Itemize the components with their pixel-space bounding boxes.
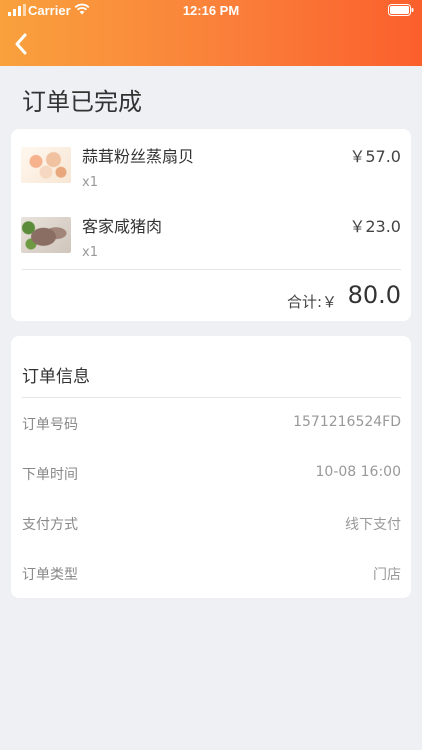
- status-time: 12:16 PM: [182, 3, 240, 18]
- item-price: ￥23.0: [349, 217, 401, 236]
- page-title: 订单已完成: [22, 88, 142, 116]
- divider: [22, 397, 401, 398]
- info-row-order-time: 下单时间 10-08 16:00: [11, 464, 411, 486]
- order-item[interactable]: 客家咸猪肉 x1 ￥23.0: [11, 209, 411, 269]
- item-name: 客家咸猪肉: [82, 217, 163, 236]
- info-label: 支付方式: [22, 517, 78, 533]
- info-label: 订单类型: [22, 567, 78, 583]
- info-value: 门店: [373, 567, 401, 583]
- order-card: 蒜茸粉丝蒸扇贝 x1 ￥57.0 客家咸猪肉 x1 ￥23.0 合计:￥ 80.…: [11, 129, 411, 321]
- info-value: 10-08 16:00: [315, 464, 401, 480]
- order-item[interactable]: 蒜茸粉丝蒸扇贝 x1 ￥57.0: [11, 139, 411, 199]
- status-bar: Carrier 12:16 PM: [0, 0, 422, 22]
- back-button[interactable]: [8, 28, 34, 60]
- chevron-left-icon: [15, 33, 27, 55]
- total-label: 合计:￥: [286, 293, 337, 311]
- item-price: ￥57.0: [349, 147, 401, 166]
- order-info-title: 订单信息: [22, 367, 90, 387]
- divider: [22, 269, 401, 270]
- info-value: 线下支付: [345, 517, 401, 533]
- info-row-order-number: 订单号码 1571216524FD: [11, 414, 411, 436]
- info-row-order-type: 订单类型 门店: [11, 564, 411, 586]
- info-label: 下单时间: [22, 467, 78, 483]
- item-thumbnail: [21, 147, 71, 183]
- order-info-card: 订单信息 订单号码 1571216524FD 下单时间 10-08 16:00 …: [11, 336, 411, 598]
- info-row-payment-method: 支付方式 线下支付: [11, 514, 411, 536]
- item-name: 蒜茸粉丝蒸扇贝: [82, 147, 195, 166]
- item-quantity: x1: [82, 245, 98, 260]
- info-value: 1571216524FD: [293, 414, 401, 430]
- nav-header: Carrier 12:16 PM: [0, 0, 422, 66]
- total-amount: 80.0: [347, 281, 401, 309]
- info-label: 订单号码: [22, 417, 78, 433]
- item-thumbnail: [21, 217, 71, 253]
- item-quantity: x1: [82, 175, 98, 190]
- battery-icon: [388, 4, 414, 16]
